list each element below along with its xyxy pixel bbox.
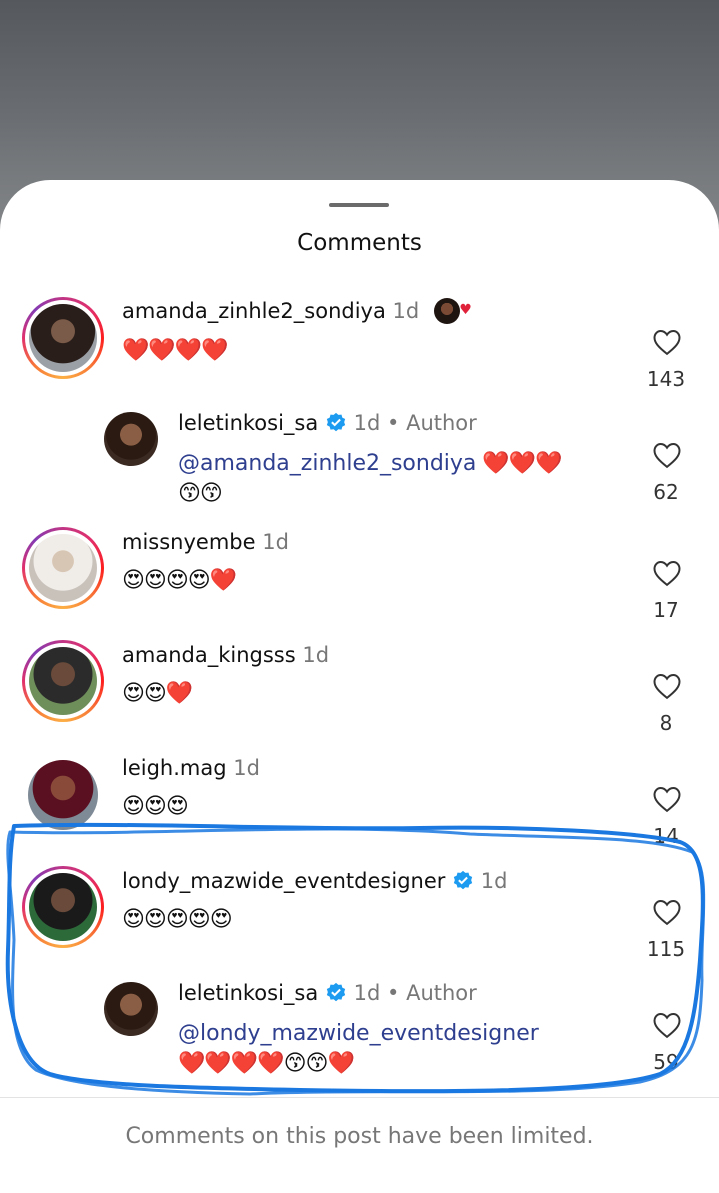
comment-text-line2: ❤️❤️❤️❤️😙😙❤️ [178, 1051, 355, 1076]
like-count: 17 [653, 598, 679, 622]
comment-header: leletinkosi_sa 1d • Author [178, 411, 477, 435]
like-count: 8 [659, 711, 673, 735]
timestamp: 1d [353, 981, 381, 1005]
avatar[interactable] [28, 760, 98, 830]
username[interactable]: londy_mazwide_eventdesigner [122, 869, 445, 893]
mention-link[interactable]: @amanda_zinhle2_sondiya [178, 451, 476, 476]
timestamp: 1d [392, 299, 420, 323]
mention-link[interactable]: @londy_mazwide_eventdesigner [178, 1021, 539, 1046]
timestamp: 1d [302, 643, 330, 667]
verified-badge-icon [453, 870, 473, 890]
separator: • [387, 411, 400, 435]
avatar[interactable] [22, 866, 104, 948]
like-count: 143 [646, 367, 686, 391]
author-label: Author [406, 981, 477, 1005]
username[interactable]: leigh.mag [122, 756, 227, 780]
comment-header: amanda_kingsss 1d [122, 643, 329, 667]
comment-header: amanda_zinhle2_sondiya 1d ♥ [122, 298, 472, 324]
comment-header: leigh.mag 1d [122, 756, 260, 780]
timestamp: 1d [480, 869, 508, 893]
comment-text: 😍😍😍😍😍 [122, 907, 233, 932]
drag-handle[interactable] [329, 203, 389, 207]
comment-text: @amanda_zinhle2_sondiya ❤️❤️❤️ [178, 451, 563, 476]
avatar[interactable] [22, 640, 104, 722]
like-count: 14 [653, 824, 679, 848]
verified-badge-icon [326, 412, 346, 432]
comment-header: londy_mazwide_eventdesigner 1d [122, 869, 507, 893]
heart-outline-icon[interactable] [652, 785, 682, 813]
comment-text: ❤️❤️❤️❤️ [122, 338, 229, 363]
username[interactable]: leletinkosi_sa [178, 981, 318, 1005]
author-liked-badge-icon: ♥ [433, 298, 472, 324]
timestamp: 1d [233, 756, 260, 780]
heart-outline-icon[interactable] [652, 672, 682, 700]
avatar[interactable] [22, 297, 104, 379]
like-count: 62 [653, 480, 679, 504]
timestamp: 1d [353, 411, 381, 435]
heart-outline-icon[interactable] [652, 441, 682, 469]
separator: • [387, 981, 400, 1005]
comment-header: missnyembe 1d [122, 530, 289, 554]
heart-outline-icon[interactable] [652, 898, 682, 926]
username[interactable]: amanda_zinhle2_sondiya [122, 299, 386, 323]
heart-outline-icon[interactable] [652, 559, 682, 587]
verified-badge-icon [326, 982, 346, 1002]
like-count: 59 [653, 1050, 679, 1074]
comment-text: 😍😍😍😍❤️ [122, 568, 237, 593]
comment-emoji: ❤️❤️❤️ [482, 451, 562, 476]
comment-header: leletinkosi_sa 1d • Author [178, 981, 477, 1005]
avatar[interactable] [104, 412, 158, 466]
comments-sheet: Comments amanda_zinhle2_sondiya 1d ♥ ❤️❤… [0, 180, 719, 1193]
like-count: 115 [646, 937, 686, 961]
divider [0, 1097, 719, 1098]
username[interactable]: missnyembe [122, 530, 256, 554]
comment-text: @londy_mazwide_eventdesigner [178, 1021, 539, 1046]
avatar[interactable] [22, 527, 104, 609]
comment-text: 😍😍❤️ [122, 681, 193, 706]
author-label: Author [406, 411, 477, 435]
sheet-title: Comments [297, 230, 422, 256]
comment-text-line2: 😙😙 [178, 481, 223, 506]
avatar[interactable] [104, 982, 158, 1036]
heart-outline-icon[interactable] [652, 328, 682, 356]
timestamp: 1d [262, 530, 289, 554]
heart-outline-icon[interactable] [652, 1011, 682, 1039]
username[interactable]: amanda_kingsss [122, 643, 296, 667]
username[interactable]: leletinkosi_sa [178, 411, 318, 435]
comments-limited-notice: Comments on this post have been limited. [125, 1124, 594, 1149]
comment-text: 😍😍😍 [122, 794, 189, 819]
